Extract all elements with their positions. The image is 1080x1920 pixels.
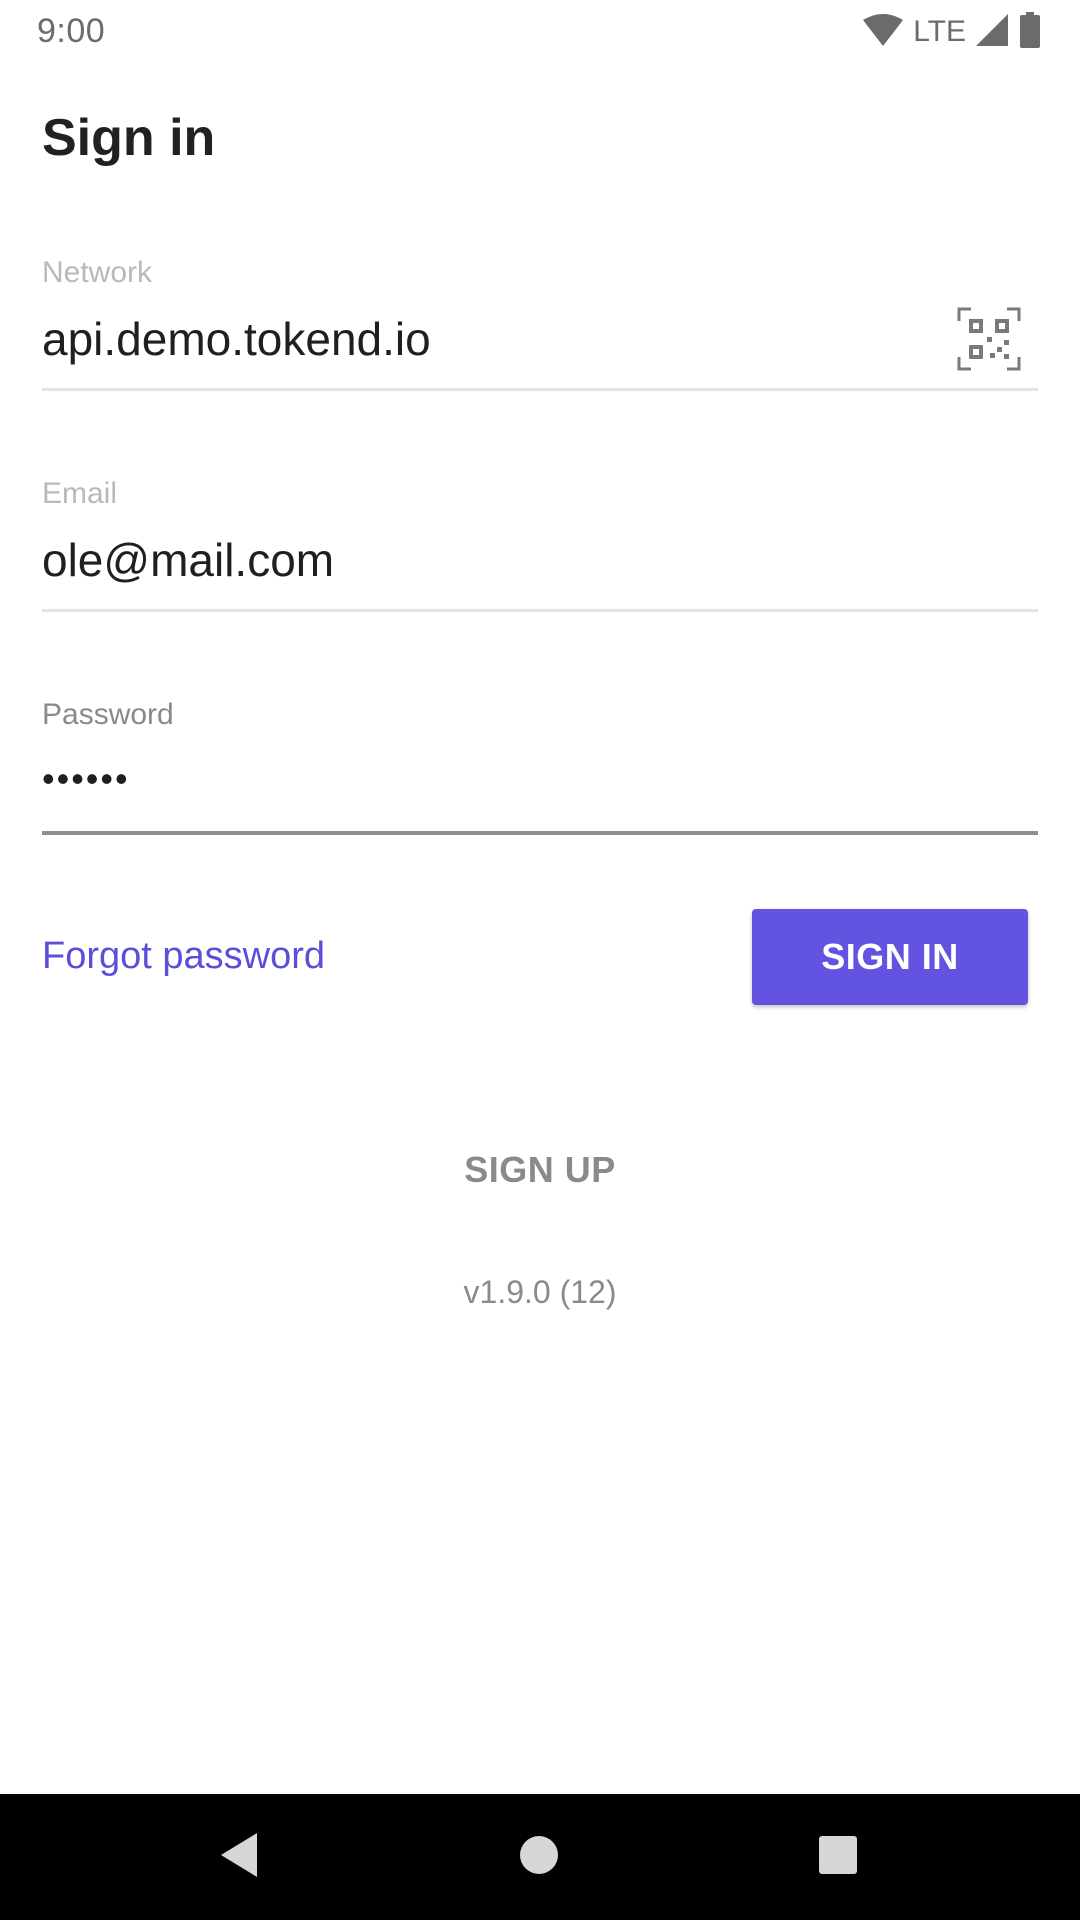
forgot-password-link[interactable]: Forgot password (42, 935, 325, 978)
network-field[interactable]: Network api.demo.tokend.io (42, 256, 1038, 392)
recents-icon (818, 1835, 858, 1880)
recents-button[interactable] (805, 1824, 871, 1890)
password-field-label: Password (42, 698, 174, 731)
sign-up-button[interactable]: SIGN UP (390, 1140, 690, 1200)
status-time: 9:00 (37, 12, 106, 50)
password-input[interactable]: •••••• (42, 758, 130, 800)
email-field-underline (42, 609, 1038, 612)
battery-icon (1020, 11, 1040, 53)
navigation-bar (0, 1794, 1080, 1920)
network-input[interactable]: api.demo.tokend.io (42, 312, 431, 366)
back-icon (217, 1831, 261, 1884)
cell-signal-icon (976, 13, 1008, 51)
email-field-label: Email (42, 477, 118, 510)
password-field-underline (42, 831, 1038, 835)
status-icons: LTE (863, 11, 1040, 53)
wifi-icon (863, 13, 904, 51)
status-bar: 9:00 LTE (0, 0, 1080, 63)
sign-in-button[interactable]: SIGN IN (752, 909, 1028, 1005)
qr-code-scan-button[interactable] (954, 306, 1024, 376)
version-label: v1.9.0 (12) (463, 1274, 617, 1310)
page-title: Sign in (42, 109, 216, 167)
home-button[interactable] (506, 1824, 572, 1890)
network-field-label: Network (42, 256, 153, 289)
password-field[interactable]: Password •••••• (42, 698, 1038, 838)
network-field-underline (42, 388, 1038, 391)
network-type-label: LTE (913, 15, 966, 48)
back-button[interactable] (206, 1824, 272, 1890)
email-input[interactable]: ole@mail.com (42, 533, 334, 587)
home-icon (519, 1835, 559, 1880)
qr-code-icon (957, 307, 1021, 376)
email-field[interactable]: Email ole@mail.com (42, 477, 1038, 613)
